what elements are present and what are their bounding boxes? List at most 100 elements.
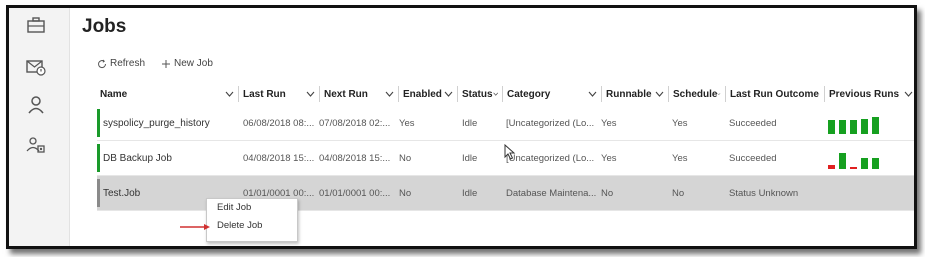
- schedule-cell: Yes: [672, 117, 688, 129]
- column-divider[interactable]: [319, 86, 320, 102]
- mouse-cursor-icon: [504, 144, 516, 160]
- users-gear-icon[interactable]: [25, 134, 47, 156]
- status-indicator: [97, 109, 100, 137]
- page-title: Jobs: [82, 16, 127, 37]
- column-header-category[interactable]: Category: [504, 82, 600, 106]
- refresh-label: Refresh: [110, 58, 146, 69]
- column-header-label: Schedule: [673, 88, 718, 100]
- schedule-cell: No: [672, 187, 685, 199]
- column-divider[interactable]: [601, 86, 602, 102]
- column-divider[interactable]: [238, 86, 239, 102]
- previous-run-bar: [861, 119, 868, 134]
- plus-icon: [162, 59, 171, 68]
- column-header-status[interactable]: Status: [459, 82, 501, 106]
- enabled-cell: No: [399, 152, 412, 164]
- previous-run-bar: [850, 167, 857, 169]
- column-divider[interactable]: [725, 86, 726, 102]
- column-header-label: Previous Runs: [829, 88, 900, 100]
- chevron-down-icon: [588, 91, 597, 97]
- column-header-label: Last Run: [243, 88, 286, 100]
- column-header-label: Runnable: [606, 88, 652, 100]
- previous-run-bar: [861, 158, 868, 169]
- runnable-cell: Yes: [601, 152, 617, 164]
- refresh-icon: [98, 59, 107, 68]
- outcome-cell: Succeeded: [729, 117, 777, 129]
- column-header-label: Category: [507, 88, 551, 100]
- next-run-cell: 04/08/2018 15:...: [319, 152, 391, 164]
- context-menu: Edit Job Delete Job: [206, 198, 298, 242]
- next-run-cell: 07/08/2018 02:...: [319, 117, 391, 129]
- job-name: Test.Job: [103, 187, 141, 199]
- column-divider[interactable]: [824, 86, 825, 102]
- job-name: DB Backup Job: [103, 152, 172, 164]
- user-icon[interactable]: [25, 94, 47, 116]
- previous-run-bar: [828, 165, 835, 169]
- edit-job-menu-item[interactable]: Edit Job: [207, 199, 297, 217]
- app-window: Jobs Refresh New Job Name Last Run Next …: [6, 5, 917, 249]
- chevron-down-icon: [818, 93, 820, 95]
- new-job-button[interactable]: New Job: [161, 58, 213, 69]
- column-divider[interactable]: [502, 86, 503, 102]
- column-header-enabled[interactable]: Enabled: [400, 82, 456, 106]
- category-cell: Database Maintena...: [506, 187, 597, 199]
- previous-runs-chart: [824, 141, 914, 175]
- column-divider[interactable]: [457, 86, 458, 102]
- previous-run-bar: [839, 153, 846, 169]
- column-header-label: Status: [462, 88, 493, 100]
- previous-run-bar: [872, 117, 879, 134]
- column-header-name[interactable]: Name: [97, 82, 237, 106]
- chevron-down-icon: [306, 91, 315, 97]
- column-header-label: Name: [100, 88, 128, 100]
- status-indicator: [97, 179, 100, 207]
- previous-runs-chart: [824, 106, 914, 140]
- table-row[interactable]: syspolicy_purge_history 06/08/2018 08:..…: [97, 106, 914, 141]
- previous-run-bar: [872, 158, 879, 169]
- chevron-down-icon: [225, 91, 234, 97]
- column-divider[interactable]: [398, 86, 399, 102]
- column-header-previous-runs[interactable]: Previous Runs: [826, 82, 914, 106]
- chevron-down-icon: [492, 92, 498, 96]
- outcome-cell: Status Unknown: [729, 187, 799, 199]
- chevron-down-icon: [717, 93, 721, 96]
- previous-run-bar: [839, 120, 846, 134]
- status-indicator: [97, 144, 100, 172]
- next-run-cell: 01/01/0001 00:...: [319, 187, 391, 199]
- previous-run-bar: [828, 120, 835, 134]
- main-panel: Jobs Refresh New Job Name Last Run Next …: [70, 8, 914, 246]
- briefcase-icon[interactable]: [25, 14, 47, 36]
- category-cell: [Uncategorized (Lo...: [506, 152, 595, 164]
- column-header-next-run[interactable]: Next Run: [321, 82, 397, 106]
- job-name: syspolicy_purge_history: [103, 117, 210, 129]
- last-run-cell: 04/08/2018 15:...: [243, 152, 315, 164]
- toolbar: Refresh New Job: [97, 58, 213, 69]
- refresh-button[interactable]: Refresh: [97, 58, 145, 69]
- column-header-runnable[interactable]: Runnable: [603, 82, 667, 106]
- column-header-last-run[interactable]: Last Run: [240, 82, 318, 106]
- delete-job-menu-item[interactable]: Delete Job: [207, 217, 297, 235]
- status-cell: Idle: [462, 152, 478, 164]
- status-cell: Idle: [462, 187, 478, 199]
- chevron-down-icon: [385, 91, 394, 97]
- sidebar: [9, 8, 70, 246]
- column-header-label: Last Run Outcome: [730, 88, 819, 100]
- column-header-last-run-outcome[interactable]: Last Run Outcome: [727, 82, 823, 106]
- runnable-cell: No: [601, 187, 614, 199]
- status-cell: Idle: [462, 117, 478, 129]
- mail-alert-icon[interactable]: [25, 56, 47, 78]
- column-header-label: Enabled: [403, 88, 442, 100]
- category-cell: [Uncategorized (Lo...: [506, 117, 595, 129]
- schedule-cell: Yes: [672, 152, 688, 164]
- column-header-schedule[interactable]: Schedule: [670, 82, 724, 106]
- chevron-down-icon: [444, 91, 453, 97]
- column-header-label: Next Run: [324, 88, 368, 100]
- enabled-cell: Yes: [399, 117, 415, 129]
- chevron-down-icon: [904, 91, 913, 97]
- column-divider[interactable]: [668, 86, 669, 102]
- enabled-cell: No: [399, 187, 412, 199]
- last-run-cell: 06/08/2018 08:...: [243, 117, 315, 129]
- runnable-cell: Yes: [601, 117, 617, 129]
- chevron-down-icon: [655, 91, 664, 97]
- outcome-cell: Succeeded: [729, 152, 777, 164]
- new-job-label: New Job: [174, 58, 213, 69]
- red-arrow-annotation: [180, 224, 210, 230]
